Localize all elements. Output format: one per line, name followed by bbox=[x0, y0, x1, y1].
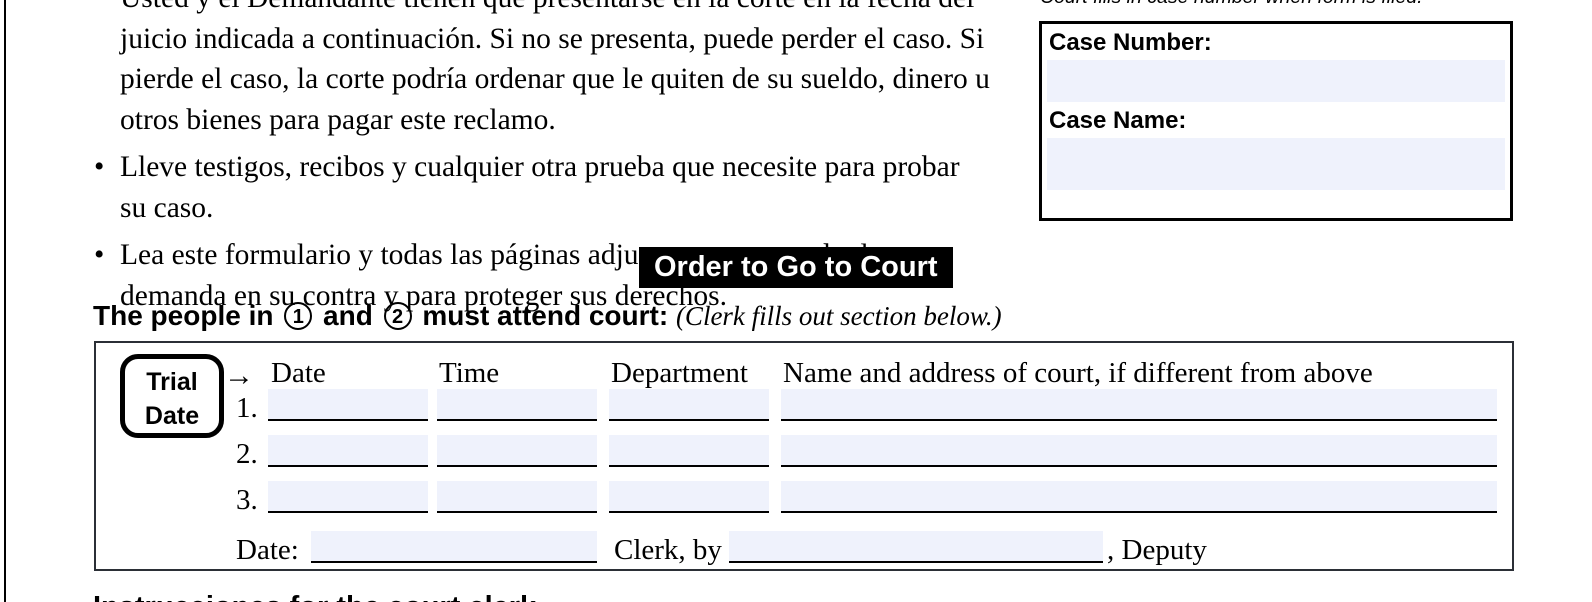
trial-date-badge: Trial Date bbox=[120, 354, 224, 438]
row-1-time-field[interactable] bbox=[437, 389, 597, 421]
row-1-department-field[interactable] bbox=[609, 389, 769, 421]
notice-paragraph-line-2: juicio indicada a continuación. Si no se… bbox=[120, 22, 985, 55]
footer-deputy-label: , Deputy bbox=[1107, 534, 1207, 566]
row-3-court-field[interactable] bbox=[781, 481, 1497, 513]
footer-clerk-label: Clerk, by bbox=[614, 534, 722, 566]
case-name-field[interactable] bbox=[1047, 138, 1505, 190]
row-1-court-field[interactable] bbox=[781, 389, 1497, 421]
attend-mid-text: and bbox=[323, 300, 373, 331]
case-box-caption: Court fills in case number when form is … bbox=[1040, 0, 1423, 9]
circled-number-2-icon: 2 bbox=[383, 302, 412, 330]
row-3-department-field[interactable] bbox=[609, 481, 769, 513]
footer-date-field[interactable] bbox=[311, 531, 597, 563]
row-3-date-field[interactable] bbox=[268, 481, 428, 513]
bullet-dot-icon: • bbox=[94, 151, 105, 183]
row-number-2: 2. bbox=[236, 438, 258, 470]
column-header-department: Department bbox=[611, 357, 748, 389]
bullet-dot-icon: • bbox=[94, 239, 105, 271]
right-arrow-icon: → bbox=[224, 359, 254, 392]
row-2-date-field[interactable] bbox=[268, 435, 428, 467]
notice-paragraph-line-1: Usted y el Demandante tienen que present… bbox=[88, 0, 993, 19]
case-number-field[interactable] bbox=[1047, 60, 1505, 102]
attend-suffix-text: must attend court: bbox=[422, 300, 669, 331]
row-3-time-field[interactable] bbox=[437, 481, 597, 513]
footer-clerk-field[interactable] bbox=[729, 531, 1103, 563]
row-2-court-field[interactable] bbox=[781, 435, 1497, 467]
case-number-label: Case Number: bbox=[1049, 29, 1212, 56]
row-number-3: 3. bbox=[236, 484, 258, 516]
bottom-clipped-heading: Instrucciones for the court clerk bbox=[93, 588, 536, 602]
notice-bullet-1-text: Lleve testigos, recibos y cualquier otra… bbox=[120, 151, 960, 224]
row-number-1: 1. bbox=[236, 392, 258, 424]
circled-number-1-icon: 1 bbox=[284, 302, 313, 330]
must-attend-court-line: The people in 1 and 2 must attend court:… bbox=[93, 297, 1002, 335]
page-edge-rule bbox=[4, 0, 6, 602]
column-header-time: Time bbox=[439, 357, 500, 389]
notice-paragraph-line-3: pierde el caso, la corte podría ordenar … bbox=[120, 63, 990, 95]
notice-bullet-1: • Lleve testigos, recibos y cualquier ot… bbox=[88, 147, 993, 228]
trial-date-badge-line-2: Date bbox=[144, 402, 200, 430]
row-1-date-field[interactable] bbox=[268, 389, 428, 421]
row-2-department-field[interactable] bbox=[609, 435, 769, 467]
attend-prefix-text: The people in bbox=[93, 300, 274, 331]
clerk-fills-note: (Clerk fills out section below.) bbox=[675, 301, 1002, 331]
trial-date-table: Trial Date → Date Time Department Name a… bbox=[94, 341, 1514, 571]
order-to-go-to-court-banner: Order to Go to Court bbox=[639, 247, 953, 288]
case-box: Case Number: Case Name: bbox=[1039, 21, 1513, 221]
form-page: Usted y el Demandante tienen que present… bbox=[0, 0, 1592, 602]
column-header-date: Date bbox=[271, 357, 326, 389]
case-name-label: Case Name: bbox=[1049, 107, 1187, 134]
column-header-court: Name and address of court, if different … bbox=[783, 357, 1373, 389]
trial-date-badge-line-1: Trial bbox=[146, 368, 198, 396]
notice-paragraph-line-4: otros bienes para pagar este reclamo. bbox=[120, 103, 556, 136]
row-2-time-field[interactable] bbox=[437, 435, 597, 467]
footer-date-label: Date: bbox=[236, 534, 299, 566]
